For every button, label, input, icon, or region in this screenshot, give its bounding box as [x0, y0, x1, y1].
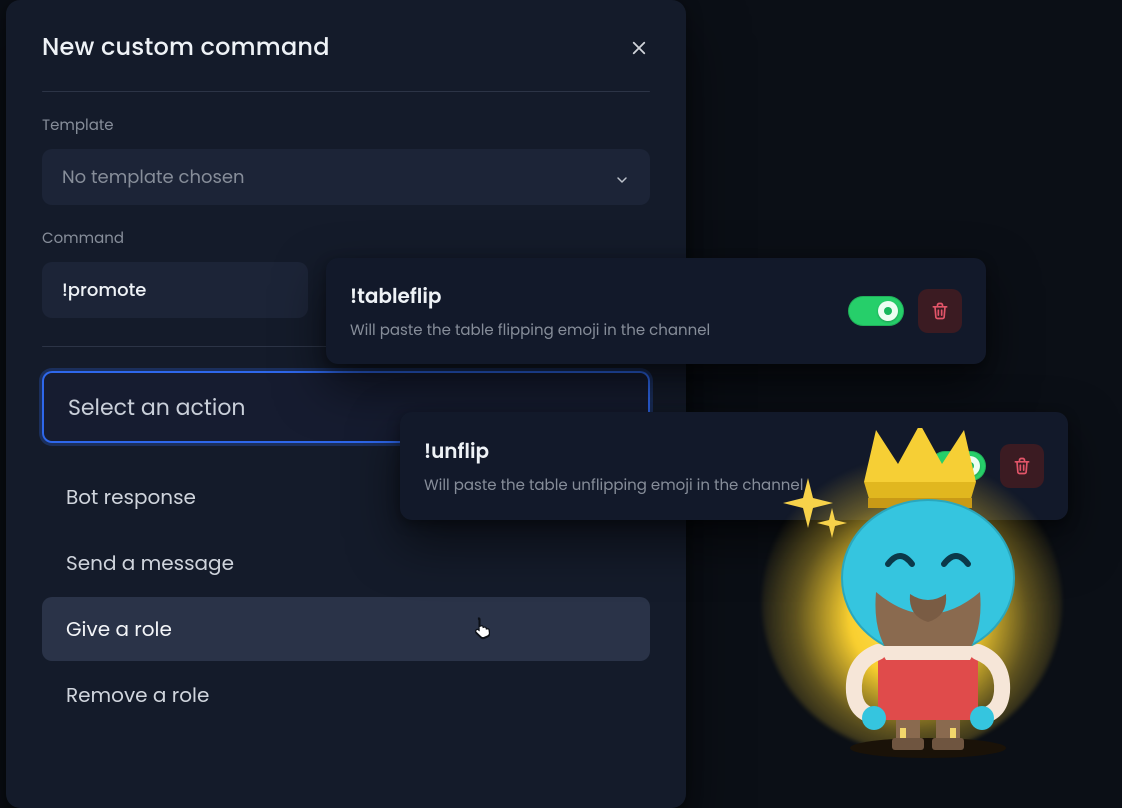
- command-description: Will paste the table flipping emoji in t…: [350, 319, 710, 342]
- template-select[interactable]: No template chosen: [42, 149, 650, 205]
- command-name: !tableflip: [350, 281, 710, 311]
- command-input-value: !promote: [62, 277, 146, 304]
- close-icon[interactable]: [628, 37, 650, 59]
- modal-title: New custom command: [42, 30, 330, 65]
- divider: [42, 91, 650, 92]
- pointer-cursor-icon: [472, 617, 492, 647]
- modal-header: New custom command: [42, 30, 650, 65]
- action-option-send-message[interactable]: Send a message: [42, 531, 650, 595]
- action-option-remove-role[interactable]: Remove a role: [42, 663, 650, 727]
- command-toggle[interactable]: [848, 296, 904, 326]
- chevron-down-icon: [614, 169, 630, 185]
- action-select-placeholder: Select an action: [68, 391, 245, 424]
- command-description: Will paste the table unflipping emoji in…: [424, 474, 803, 497]
- template-label: Template: [42, 114, 650, 137]
- action-option-label: Send a message: [66, 548, 234, 578]
- command-card-tableflip: !tableflip Will paste the table flipping…: [326, 258, 986, 364]
- action-option-label: Remove a role: [66, 680, 209, 710]
- command-name: !unflip: [424, 436, 803, 466]
- action-option-label: Bot response: [66, 482, 196, 512]
- action-option-label: Give a role: [66, 614, 172, 644]
- command-label: Command: [42, 227, 650, 250]
- template-select-placeholder: No template chosen: [62, 164, 245, 191]
- king-mascot-illustration: [818, 428, 1038, 758]
- new-command-modal: New custom command Template No template …: [6, 0, 686, 808]
- action-option-give-role[interactable]: Give a role: [42, 597, 650, 661]
- delete-button[interactable]: [918, 289, 962, 333]
- command-input[interactable]: !promote: [42, 262, 308, 318]
